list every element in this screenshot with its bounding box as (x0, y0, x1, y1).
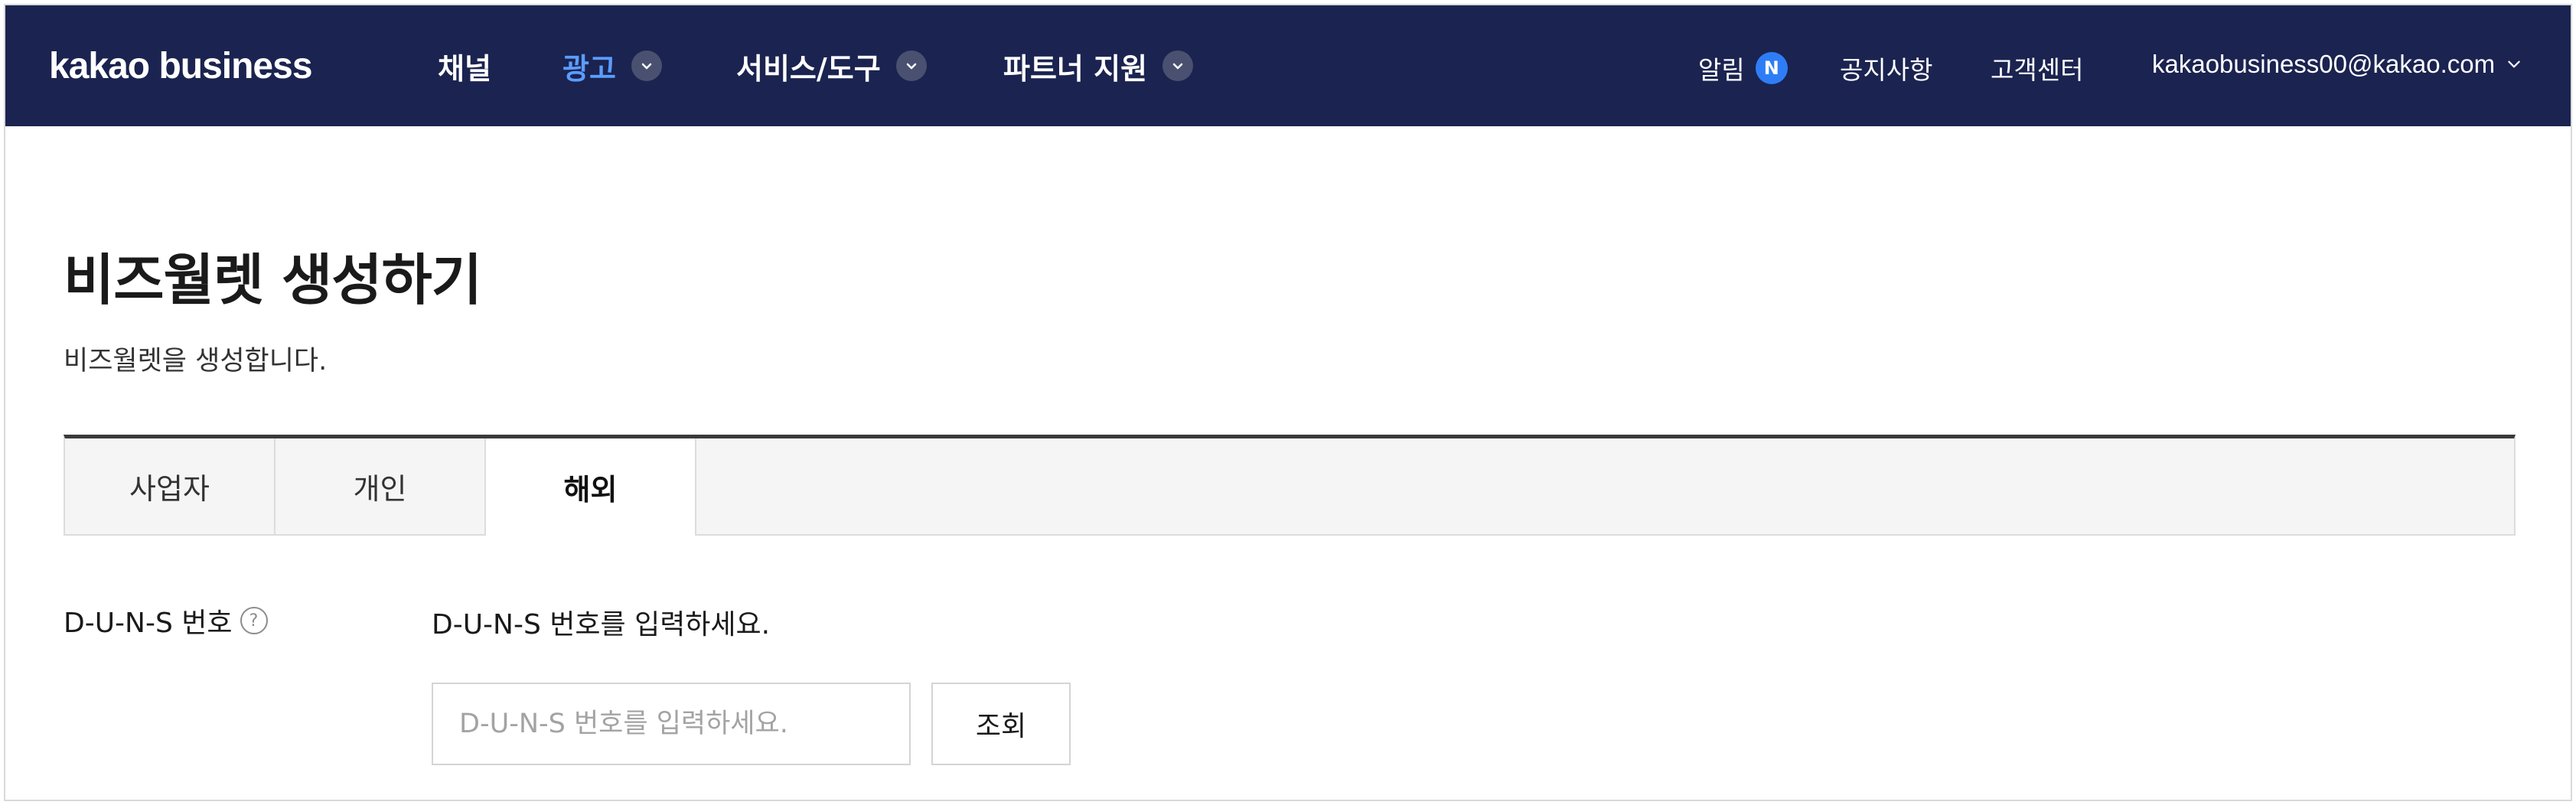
notifications-link[interactable]: 알림 N (1698, 50, 1788, 86)
page-title: 비즈월렛 생성하기 (64, 248, 482, 312)
nav-channel[interactable]: 채널 (438, 47, 491, 86)
chevron-down-icon[interactable] (895, 51, 927, 81)
nav-ads[interactable]: 광고 (562, 47, 662, 86)
chevron-down-icon[interactable] (1162, 51, 1194, 81)
nav-partner-support[interactable]: 파트너 지원 (1003, 47, 1194, 86)
account-menu[interactable]: kakaobusiness00@kakao.com (2152, 50, 2522, 79)
tab-overseas[interactable]: 해외 (486, 438, 696, 536)
customer-center-link[interactable]: 고객센터 (1991, 50, 2083, 86)
chevron-down-icon (2508, 60, 2520, 68)
nav-services-tools[interactable]: 서비스/도구 (736, 47, 927, 86)
chevron-down-icon[interactable] (631, 51, 662, 81)
account-email: kakaobusiness00@kakao.com (2152, 50, 2496, 78)
wallet-type-tabs: 사업자 개인 해외 (64, 435, 2516, 536)
page-description: 비즈월렛을 생성합니다. (64, 346, 328, 376)
customer-center-label: 고객센터 (1991, 55, 2084, 85)
notices-label: 공지사항 (1840, 55, 1933, 85)
duns-input[interactable] (432, 683, 911, 765)
page-frame: kakao business 채널 광고 서비스/도구 파트너 지원 알림 N (4, 4, 2572, 801)
global-navigation-bar: kakao business 채널 광고 서비스/도구 파트너 지원 알림 N (5, 5, 2571, 126)
tab-individual[interactable]: 개인 (276, 438, 486, 534)
tab-business[interactable]: 사업자 (65, 438, 276, 534)
duns-field-label: D-U-N-S 번호 ? (64, 601, 268, 640)
duns-label-text: D-U-N-S 번호 (64, 608, 233, 639)
notification-badge: N (1755, 52, 1788, 84)
help-icon[interactable]: ? (240, 607, 268, 634)
notices-link[interactable]: 공지사항 (1840, 50, 1932, 86)
nav-channel-label: 채널 (438, 51, 491, 86)
nav-ads-label: 광고 (562, 51, 616, 86)
nav-partner-support-label: 파트너 지원 (1003, 51, 1148, 86)
nav-services-tools-label: 서비스/도구 (736, 51, 881, 86)
kakao-business-logo[interactable]: kakao business (49, 45, 313, 87)
duns-guide-text: D-U-N-S 번호를 입력하세요. (432, 609, 771, 640)
lookup-button[interactable]: 조회 (931, 683, 1071, 765)
notifications-label: 알림 (1698, 55, 1745, 85)
